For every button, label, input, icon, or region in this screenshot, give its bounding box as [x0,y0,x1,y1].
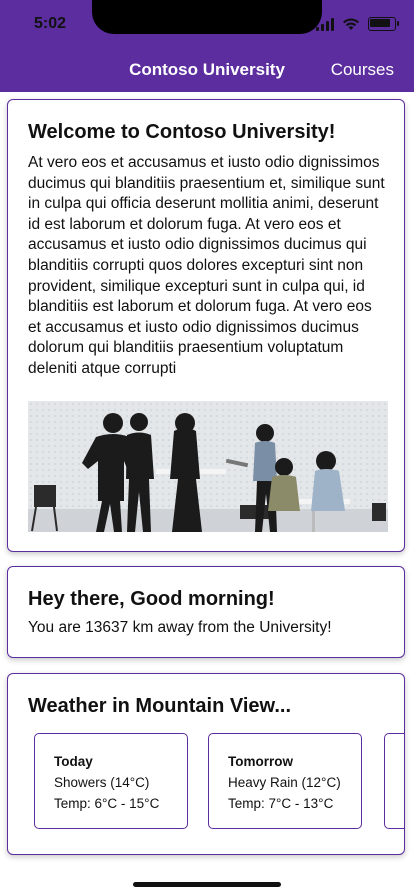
forecast-card-today[interactable]: Today Showers (14°C) Temp: 6°C - 15°C [34,733,188,829]
status-icons [316,15,399,33]
signal-icon [316,17,334,31]
forecast-temp: Temp: 6°C - 15°C [54,796,160,811]
wifi-icon [343,18,359,30]
welcome-text: At vero eos et accusamus et iusto odio d… [28,154,385,377]
welcome-card: Welcome to Contoso University! At vero e… [7,99,405,552]
home-indicator[interactable] [133,882,281,887]
forecast-condition: Showers (14°C) [54,775,150,790]
distance-text: You are 13637 km away from the Universit… [28,619,332,636]
forecast-card-next-partial[interactable] [384,733,404,829]
forecast-day: Today [54,754,93,769]
forecast-condition: Heavy Rain (12°C) [228,775,341,790]
status-time: 5:02 [34,15,67,32]
device-notch [92,0,322,34]
courses-link[interactable]: Courses [331,60,394,80]
weather-card: Weather in Mountain View... Today Shower… [7,673,405,855]
greeting-card: Hey there, Good morning! You are 13637 k… [7,566,405,658]
forecast-card-tomorrow[interactable]: Tomorrow Heavy Rain (12°C) Temp: 7°C - 1… [208,733,362,829]
welcome-title: Welcome to Contoso University! [28,121,336,143]
forecast-temp: Temp: 7°C - 13°C [228,796,334,811]
greeting-title: Hey there, Good morning! [28,588,275,610]
weather-title: Weather in Mountain View... [28,695,291,717]
forecast-day: Tomorrow [228,754,293,769]
students-photo [28,401,388,532]
battery-icon [368,17,399,31]
nav-header: 5:02 Contoso University Courses [0,0,414,92]
